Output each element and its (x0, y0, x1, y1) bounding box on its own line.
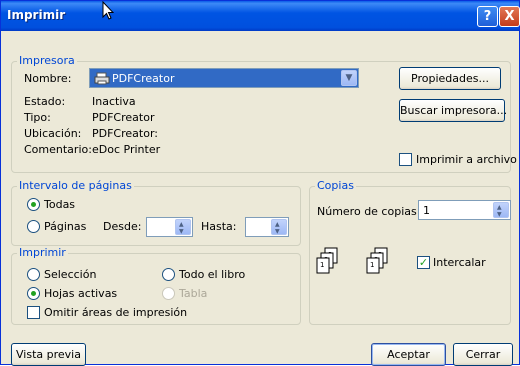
page-range-group: Intervalo de páginas (11, 179, 301, 246)
all-pages-radio[interactable] (27, 198, 40, 211)
table-label: Tabla (179, 287, 208, 300)
printer-state-value: Inactiva (92, 95, 136, 108)
spinner-arrows-icon[interactable]: ▲ ▼ (493, 202, 509, 218)
printer-select-value: PDFCreator (112, 72, 175, 85)
active-sheets-label[interactable]: Hojas activas (44, 287, 117, 300)
table-radio (162, 287, 175, 300)
printer-name-label: Nombre: (24, 72, 72, 85)
copies-count-label: Número de copias: (317, 205, 421, 218)
copies-count-spinner[interactable]: 1 ▲ ▼ (418, 200, 511, 220)
page-range-legend: Intervalo de páginas (17, 179, 134, 192)
to-label: Hasta: (201, 220, 237, 233)
pages-label[interactable]: Páginas (44, 220, 86, 233)
collate-pages-icon: 3 2 1 (366, 247, 388, 274)
ignore-print-areas-label[interactable]: Omitir áreas de impresión (44, 306, 187, 319)
printer-comment-value: eDoc Printer (92, 143, 161, 156)
chevron-down-icon[interactable]: ▼ (341, 70, 357, 86)
close-icon: X (504, 9, 515, 24)
collate-checkbox[interactable]: ✓ (417, 256, 430, 269)
printer-type-label: Tipo: (24, 111, 51, 124)
title-bar: Imprimir ? X (1, 1, 520, 31)
printer-legend: Impresora (17, 54, 77, 67)
printer-select[interactable]: PDFCreator ▼ (89, 68, 359, 88)
active-sheets-radio[interactable] (27, 287, 40, 300)
printer-state-label: Estado: (24, 95, 66, 108)
from-label: Desde: (103, 220, 142, 233)
selection-radio[interactable] (27, 268, 40, 281)
pages-radio[interactable] (27, 220, 40, 233)
printer-location-label: Ubicación: (24, 127, 82, 140)
selection-label[interactable]: Selección (44, 268, 96, 281)
preview-button[interactable]: Vista previa (11, 343, 86, 366)
collate-pages-icon: 3 2 1 (316, 247, 338, 274)
printer-type-value: PDFCreator (92, 111, 155, 124)
find-printer-button[interactable]: Buscar impresora... (399, 99, 507, 122)
from-page-spinner[interactable]: ▲ ▼ (146, 217, 193, 237)
print-to-file-checkbox[interactable] (399, 153, 412, 166)
copies-legend: Copias (315, 179, 356, 192)
all-pages-label[interactable]: Todas (44, 198, 75, 211)
svg-text:1: 1 (320, 261, 324, 269)
whole-book-radio[interactable] (162, 268, 175, 281)
spinner-arrows-icon[interactable]: ▲ ▼ (175, 219, 191, 235)
mouse-cursor-icon (102, 1, 114, 20)
print-to-file-label[interactable]: Imprimir a archivo (416, 153, 517, 166)
properties-button[interactable]: Propiedades... (399, 67, 501, 90)
printer-location-value: PDFCreator: (92, 127, 158, 140)
cancel-button[interactable]: Cerrar (453, 343, 513, 366)
whole-book-label[interactable]: Todo el libro (179, 268, 245, 281)
printer-icon (94, 72, 110, 85)
help-icon: ? (483, 9, 492, 24)
to-page-spinner[interactable]: ▲ ▼ (245, 217, 289, 237)
window-title: Imprimir (7, 8, 66, 22)
ignore-print-areas-checkbox[interactable] (27, 306, 40, 319)
print-what-legend: Imprimir (17, 246, 68, 259)
printer-comment-label: Comentario: (24, 143, 92, 156)
print-dialog: Imprimir ? X Impresora Nombre: PDFCreato… (0, 0, 520, 366)
close-button[interactable]: X (499, 6, 520, 27)
spinner-arrows-icon[interactable]: ▲ ▼ (271, 219, 287, 235)
svg-text:1: 1 (370, 261, 374, 269)
collate-label[interactable]: Intercalar (433, 256, 486, 269)
ok-button[interactable]: Aceptar (371, 343, 446, 366)
help-button[interactable]: ? (477, 6, 498, 27)
